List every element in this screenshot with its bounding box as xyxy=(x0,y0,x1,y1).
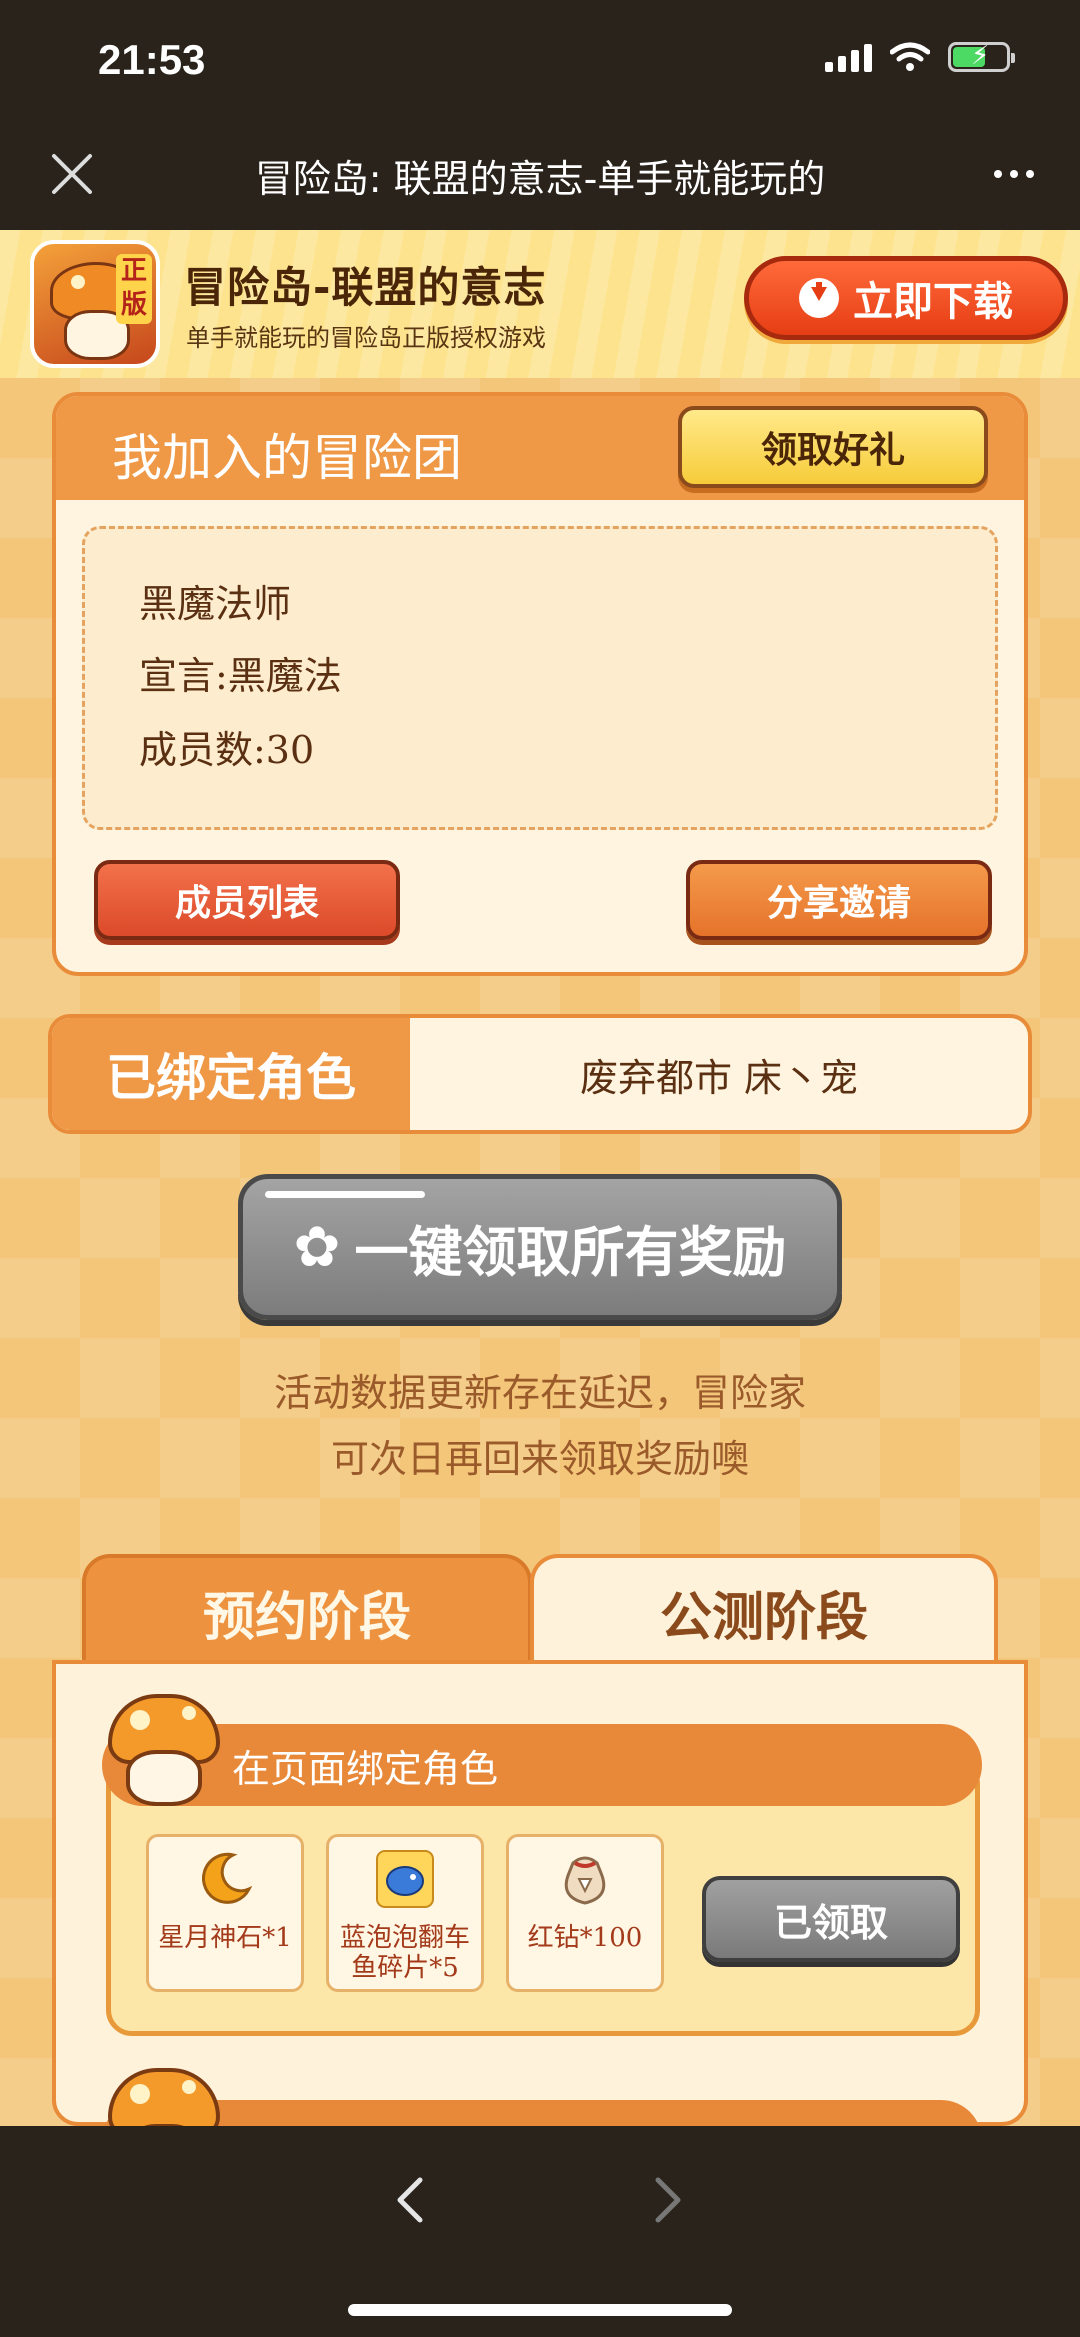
guild-title: 我加入的冒险团 xyxy=(112,429,462,487)
guild-header: 我加入的冒险团 领取好礼 xyxy=(56,396,1024,500)
guild-info: 黑魔法师 宣言:黑魔法 成员数:30 xyxy=(82,526,998,830)
status-time: 21:53 xyxy=(98,36,206,83)
tab-reserve-stage[interactable]: 预约阶段 xyxy=(82,1554,532,1666)
signal-icon xyxy=(825,42,872,72)
logo-tag: 正版 xyxy=(116,254,152,324)
download-label: 立即下载 xyxy=(853,279,1013,325)
download-banner[interactable]: 正版 冒险岛-联盟的意志 单手就能玩的冒险岛正版授权游戏 立即下载 xyxy=(0,230,1080,378)
tab-public-test-stage[interactable]: 公测阶段 xyxy=(530,1554,998,1666)
fish-icon xyxy=(376,1850,434,1908)
bound-role-bar: 已绑定角色 废弃都市 床丶宠 xyxy=(48,1014,1032,1134)
star-icon: ✿ xyxy=(293,1214,341,1280)
task-header: 在页面绑定角色 xyxy=(102,1724,982,1806)
claim-gift-button[interactable]: 领取好礼 xyxy=(678,406,988,488)
notice-line-1: 活动数据更新存在延迟，冒险家 xyxy=(273,1371,806,1415)
reward-item: 蓝泡泡翻车鱼碎片*5 xyxy=(326,1834,484,1992)
nav-bar: 冒险岛: 联盟的意志-单手就能玩的 xyxy=(0,122,1080,230)
member-list-button[interactable]: 成员列表 xyxy=(94,860,400,940)
notice-line-2: 可次日再回来领取奖励噢 xyxy=(330,1437,749,1481)
battery-icon: ⚡ xyxy=(948,41,1015,72)
banner-title: 冒险岛-联盟的意志 xyxy=(184,263,547,312)
task-title: 在页面绑定角色 xyxy=(232,1746,499,1791)
download-button[interactable]: 立即下载 xyxy=(744,256,1068,340)
bound-role-label: 已绑定角色 xyxy=(52,1018,410,1130)
bag-icon xyxy=(564,1856,606,1905)
reward-item: 星月神石*1 xyxy=(146,1834,304,1992)
mushroom-mascot-icon xyxy=(104,1690,224,1810)
claim-all-button[interactable]: ✿ 一键领取所有奖励 xyxy=(238,1174,842,1320)
reward-label: 蓝泡泡翻车鱼碎片*5 xyxy=(339,1923,470,1983)
crescent-moon-icon xyxy=(201,1852,253,1904)
back-arrow-icon[interactable] xyxy=(382,2170,442,2230)
game-logo: 正版 xyxy=(30,240,160,368)
share-invite-button[interactable]: 分享邀请 xyxy=(686,860,992,940)
bound-role-value: 废弃都市 床丶宠 xyxy=(579,1055,859,1100)
reward-label: 星月神石*1 xyxy=(158,1923,292,1953)
download-icon xyxy=(799,278,839,318)
guild-member-count: 成员数:30 xyxy=(139,728,315,772)
guild-declaration: 宣言:黑魔法 xyxy=(139,654,342,698)
forward-arrow-icon[interactable] xyxy=(636,2170,696,2230)
home-indicator xyxy=(348,2304,732,2316)
reward-item: 红钻*100 xyxy=(506,1834,664,1992)
banner-subtitle: 单手就能玩的冒险岛正版授权游戏 xyxy=(186,324,546,352)
more-icon[interactable] xyxy=(994,170,1034,178)
status-icons: ⚡ xyxy=(825,41,1015,72)
guild-name: 黑魔法师 xyxy=(139,582,292,626)
close-icon[interactable] xyxy=(46,148,98,200)
wifi-icon xyxy=(890,42,930,71)
claimed-button[interactable]: 已领取 xyxy=(702,1876,960,1962)
reward-label: 红钻*100 xyxy=(527,1923,643,1953)
guild-card: 我加入的冒险团 领取好礼 黑魔法师 宣言:黑魔法 成员数:30 成员列表 分享邀… xyxy=(52,392,1028,976)
claim-all-label: 一键领取所有奖励 xyxy=(354,1220,787,1284)
page-title: 冒险岛: 联盟的意志-单手就能玩的 xyxy=(254,157,826,201)
status-bar: 21:53 ⚡ xyxy=(0,0,1080,122)
